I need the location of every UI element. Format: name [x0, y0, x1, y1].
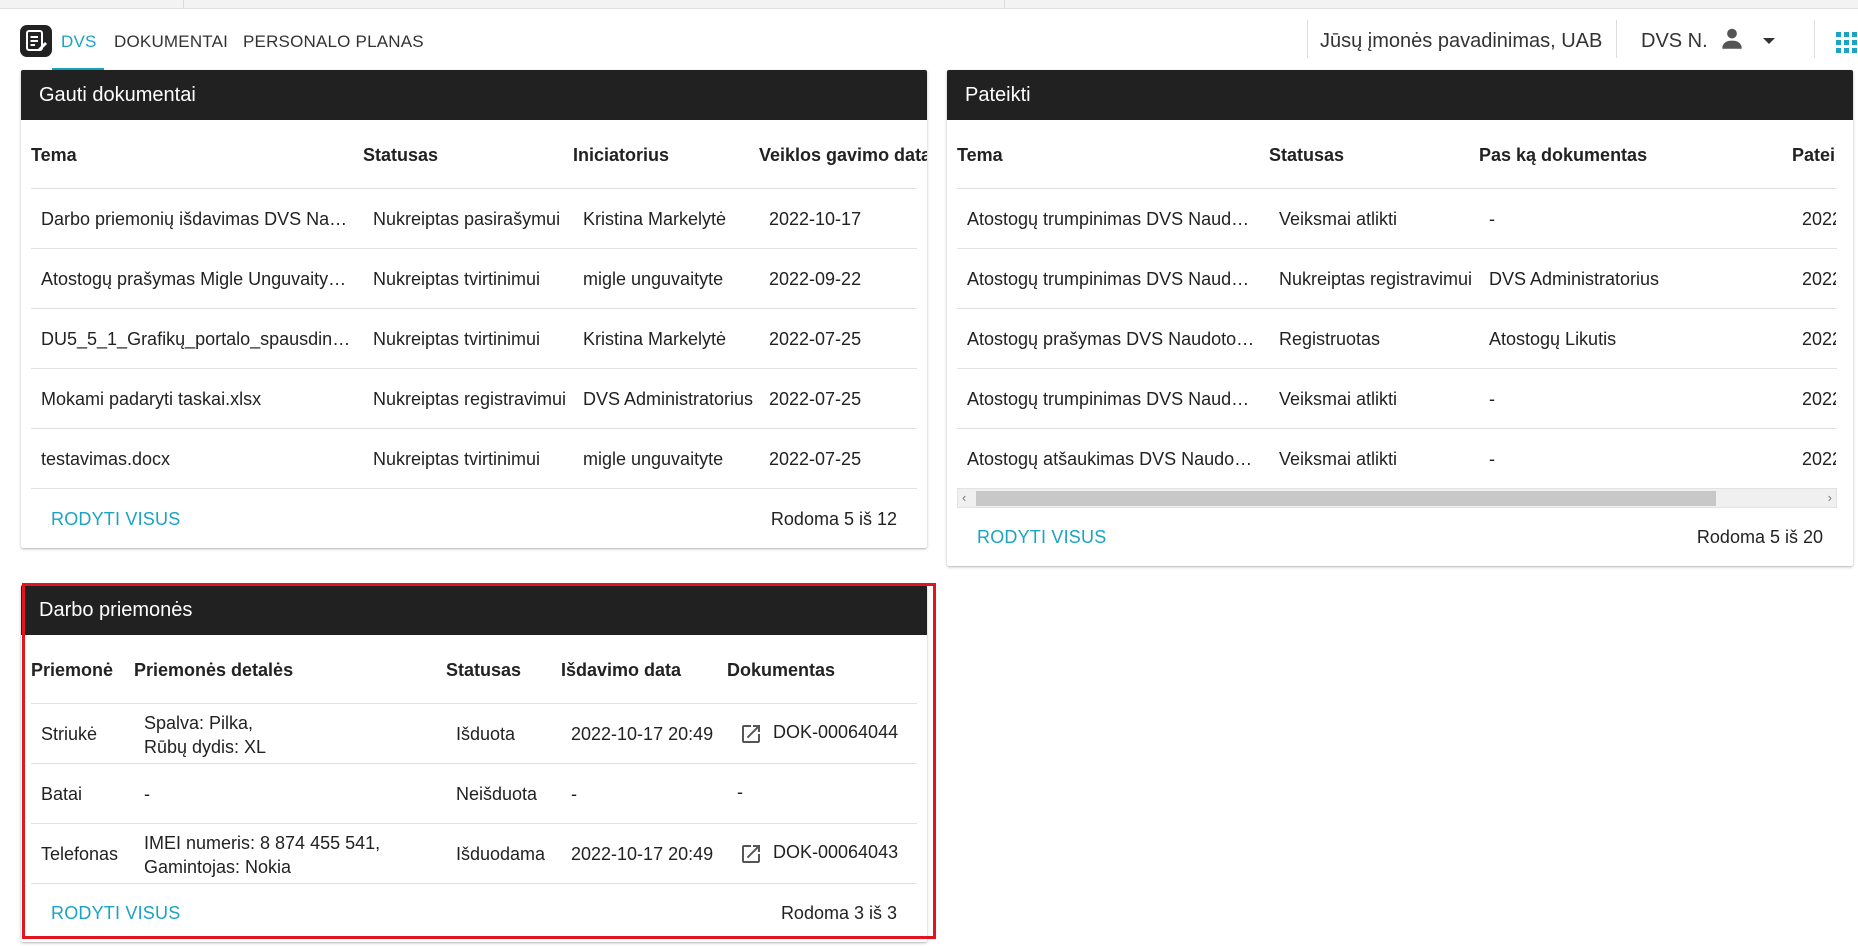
show-all-link[interactable]: RODYTI VISUS [51, 509, 180, 530]
cell-date: 2022-10-17 [1802, 329, 1836, 349]
cell-tema[interactable]: Atostogų trumpinimas DVS Naudotojas 2022… [967, 267, 1257, 291]
submitted-documents-card: Pateikti Tema Statusas Pas ką dokumentas… [947, 70, 1853, 566]
pagination-counter: Rodoma 5 iš 12 [770, 509, 897, 529]
cell-holder: DVS Administratorius [1489, 269, 1660, 289]
chevron-down-icon[interactable] [1762, 37, 1776, 45]
user-name[interactable]: DVS N. [1641, 30, 1708, 53]
show-all-link[interactable]: RODYTI VISUS [977, 527, 1106, 548]
cell-holder: - [1489, 389, 1495, 409]
cell-statusas: Nukreiptas pasirašymui [373, 209, 561, 229]
horizontal-scrollbar[interactable]: ‹ › [957, 488, 1837, 508]
app-logo-icon[interactable] [20, 25, 52, 57]
cell-date: 2022-07-25 [769, 449, 862, 469]
navbar-divider [1616, 20, 1617, 58]
cell-iniciatorius: Kristina Markelytė [583, 329, 727, 349]
cell-iniciatorius: Kristina Markelytė [583, 209, 727, 229]
received-documents-card: Gauti dokumentai Tema Statusas Iniciator… [21, 70, 927, 548]
cell-tema[interactable]: Atostogų trumpinimas DVS Naudotojas 2022… [967, 207, 1257, 231]
cell-iniciatorius: DVS Administratorius [583, 389, 754, 409]
cell-statusas: Veiksmai atlikti [1279, 449, 1398, 469]
nav-tab-personalo-planas[interactable]: PERSONALO PLANAS [243, 32, 424, 52]
cell-date: 2022-07-25 [769, 389, 862, 409]
cell-tema[interactable]: Atostogų atšaukimas DVS Naudotojas 2022-… [967, 447, 1257, 471]
cell-statusas: Veiksmai atlikti [1279, 389, 1398, 409]
scroll-right-icon[interactable]: › [1828, 490, 1832, 505]
nav-tab-dokumentai[interactable]: DOKUMENTAI [114, 32, 228, 52]
column-header[interactable]: Statusas [363, 145, 438, 166]
card-title: Pateikti [947, 70, 1853, 120]
cell-statusas: Nukreiptas registravimui [373, 389, 567, 409]
column-header[interactable]: Tema [31, 145, 77, 166]
cell-date: 2022-10-17 [1802, 449, 1836, 469]
user-account-icon[interactable] [1719, 26, 1745, 52]
apps-grid-icon[interactable] [1836, 32, 1858, 54]
cell-tema[interactable]: DU5_5_1_Grafikų_portalo_spausdinys_2022.… [41, 327, 351, 351]
column-header[interactable]: Veiklos gavimo data [759, 145, 927, 166]
top-navbar: DVS DOKUMENTAI PERSONALO PLANAS Jūsų įmo… [0, 10, 1858, 71]
cell-tema[interactable]: Mokami padaryti taskai.xlsx [41, 387, 351, 411]
cell-date: 2022-10-17 [769, 209, 862, 229]
scroll-left-icon[interactable]: ‹ [962, 490, 966, 505]
cell-date: 2022-07-25 [769, 329, 862, 349]
pagination-counter: Rodoma 5 iš 20 [1696, 527, 1823, 547]
cell-tema[interactable]: Darbo priemonių išdavimas DVS Naudotojas… [41, 207, 351, 231]
company-name[interactable]: Jūsų įmonės pavadinimas, UAB [1320, 30, 1602, 53]
column-header[interactable]: Iniciatorius [573, 145, 669, 166]
column-header[interactable]: Tema [957, 145, 1003, 166]
nav-tab-dvs[interactable]: DVS [61, 32, 97, 52]
cell-tema[interactable]: testavimas.docx [41, 447, 351, 471]
cell-iniciatorius: migle unguvaityte [583, 269, 724, 289]
cell-holder: - [1489, 209, 1495, 229]
column-header[interactable]: Pas ką dokumentas [1479, 145, 1647, 166]
cell-statusas: Nukreiptas tvirtinimui [373, 269, 541, 289]
cell-date: 2022-10-17 [1802, 389, 1836, 409]
cell-date: 2022-09-22 [769, 269, 862, 289]
cell-tema[interactable]: Atostogų prašymas DVS Naudotojas 2022-10… [967, 327, 1257, 351]
cell-statusas: Registruotas [1279, 329, 1381, 349]
cell-statusas: Nukreiptas tvirtinimui [373, 329, 541, 349]
cell-statusas: Nukreiptas tvirtinimui [373, 449, 541, 469]
column-header[interactable]: Pateikta [1792, 145, 1836, 166]
cell-holder: - [1489, 449, 1495, 469]
cell-date: 2022-10-17 [1802, 269, 1836, 289]
cell-date: 2022-10-17 [1802, 209, 1836, 229]
selection-highlight-frame [22, 583, 936, 939]
scrollbar-thumb[interactable] [976, 491, 1716, 506]
navbar-divider [1307, 20, 1308, 58]
cell-tema[interactable]: Atostogų trumpinimas DVS Naudotojas 2022… [967, 387, 1257, 411]
cell-tema[interactable]: Atostogų prašymas Migle Unguvaityte 2022… [41, 267, 351, 291]
browser-top-strip [0, 0, 1858, 9]
cell-iniciatorius: migle unguvaityte [583, 449, 724, 469]
cell-statusas: Nukreiptas registravimui [1279, 269, 1473, 289]
cell-statusas: Veiksmai atlikti [1279, 209, 1398, 229]
column-header[interactable]: Statusas [1269, 145, 1344, 166]
card-title: Gauti dokumentai [21, 70, 927, 120]
cell-holder: Atostogų Likutis [1489, 329, 1617, 349]
navbar-divider [1814, 20, 1815, 58]
